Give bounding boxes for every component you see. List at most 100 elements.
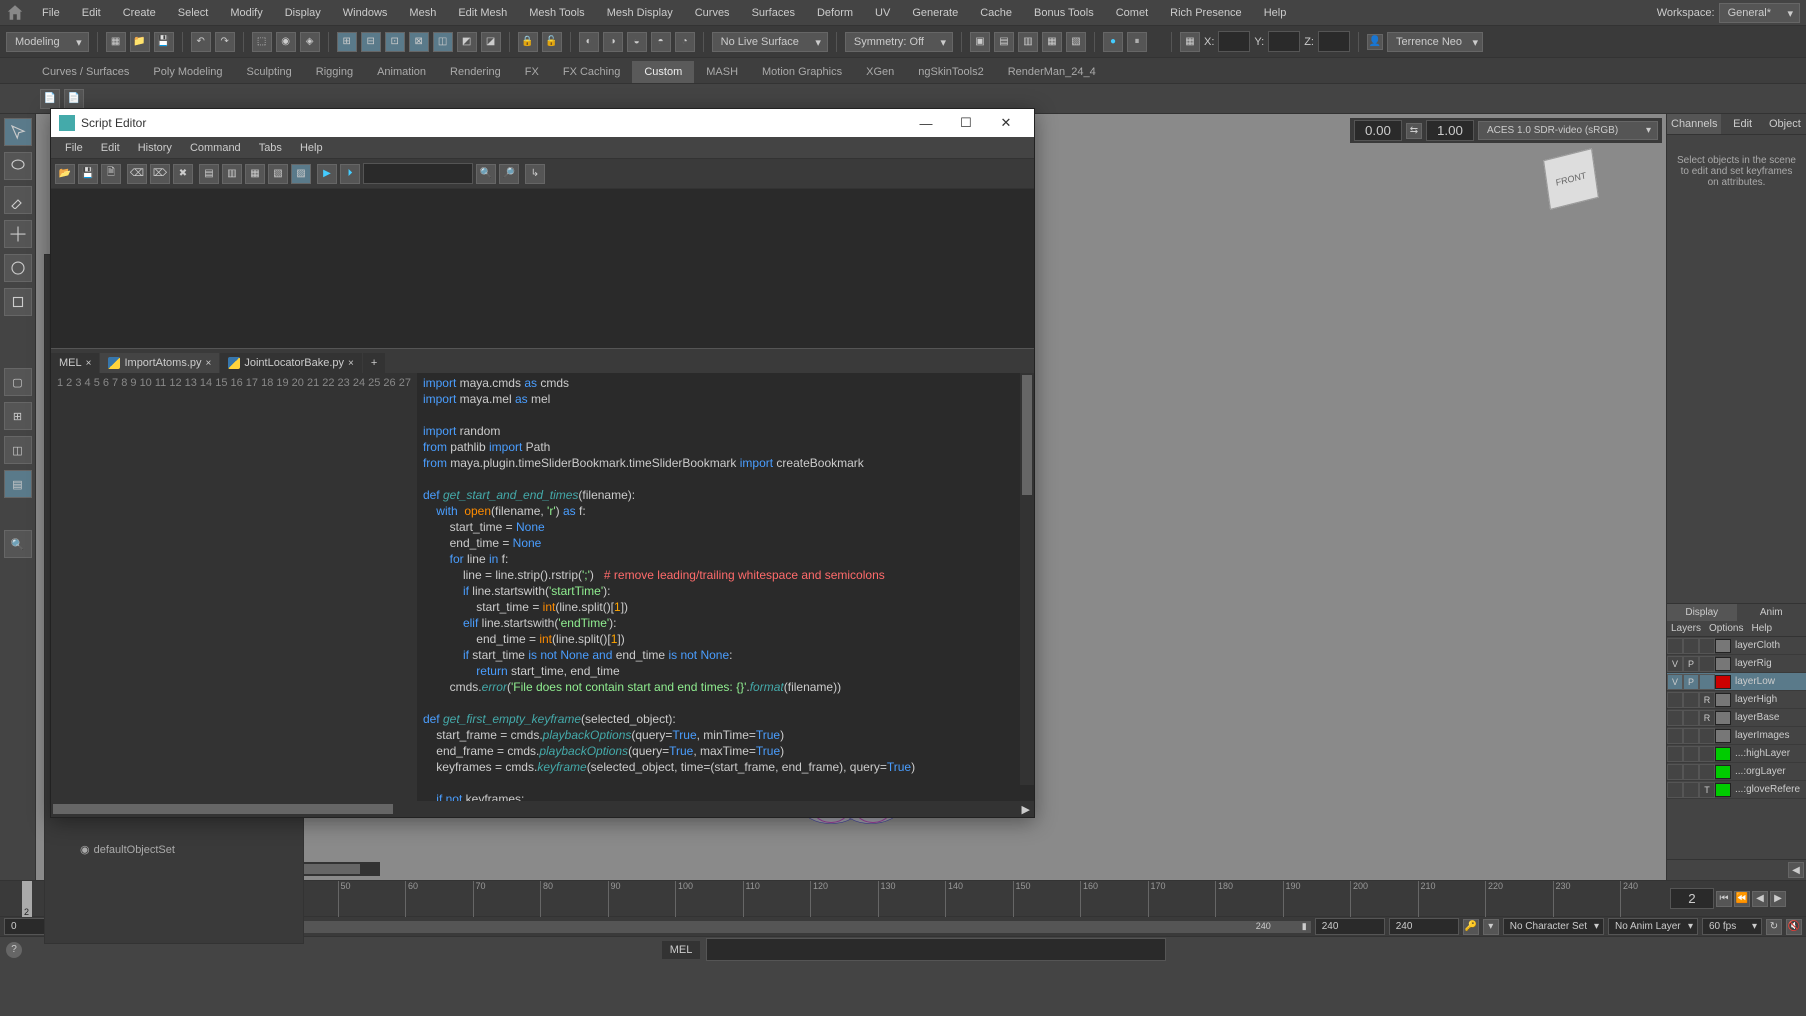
se-show-history-icon[interactable]: ▤: [199, 164, 219, 184]
x-field[interactable]: [1218, 31, 1250, 52]
paint-select-tool[interactable]: [4, 186, 32, 214]
channel-tab-edit[interactable]: Edit: [1721, 114, 1763, 134]
render-view-icon[interactable]: ▧: [1066, 32, 1086, 52]
se-line-numbers-icon[interactable]: ▨: [291, 164, 311, 184]
layer-vis-toggle[interactable]: [1667, 710, 1683, 726]
menu-rich-presence[interactable]: Rich Presence: [1160, 3, 1252, 23]
step-back-icon[interactable]: ⏪: [1734, 891, 1750, 907]
channel-tab-object[interactable]: Object: [1764, 114, 1806, 134]
shelf-tab-motion-graphics[interactable]: Motion Graphics: [750, 61, 854, 83]
select-hierarchy-icon[interactable]: ⬚: [252, 32, 272, 52]
se-open-icon[interactable]: 📂: [55, 164, 75, 184]
se-hscrollbar[interactable]: ▶: [51, 801, 1034, 817]
layer-row[interactable]: V P layerRig: [1667, 655, 1806, 673]
se-tab-close-icon[interactable]: ×: [86, 358, 92, 369]
home-icon[interactable]: [6, 4, 24, 22]
se-menu-history[interactable]: History: [130, 139, 180, 157]
layer-color-swatch[interactable]: [1715, 657, 1731, 671]
layer-color-swatch[interactable]: [1715, 639, 1731, 653]
se-execute-icon[interactable]: ▶: [317, 164, 337, 184]
se-tab-mel[interactable]: MEL×: [51, 353, 99, 373]
layout-two-icon[interactable]: ◫: [4, 436, 32, 464]
se-save-icon[interactable]: 💾: [78, 164, 98, 184]
history-off-icon[interactable]: ◑: [603, 32, 623, 52]
y-field[interactable]: [1268, 31, 1300, 52]
se-menu-tabs[interactable]: Tabs: [251, 139, 290, 157]
layer-name[interactable]: ...:highLayer: [1731, 748, 1806, 759]
charset-dropdown[interactable]: No Character Set: [1503, 918, 1604, 935]
menu-help[interactable]: Help: [1254, 3, 1297, 23]
menu-deform[interactable]: Deform: [807, 3, 863, 23]
layer-color-swatch[interactable]: [1715, 783, 1731, 797]
channel-tab-channels[interactable]: Channels: [1667, 114, 1721, 134]
maximize-button[interactable]: ☐: [946, 109, 986, 137]
symmetry-dropdown[interactable]: Symmetry: Off: [845, 32, 953, 52]
layer-tab-anim[interactable]: Anim: [1737, 604, 1806, 621]
layer-ref-toggle[interactable]: [1699, 638, 1715, 654]
se-tab-add[interactable]: +: [363, 353, 385, 373]
layer-color-swatch[interactable]: [1715, 675, 1731, 689]
layer-vis-toggle[interactable]: [1667, 782, 1683, 798]
sound-icon[interactable]: 🔇: [1786, 919, 1802, 935]
layer-name[interactable]: layerRig: [1731, 658, 1806, 669]
layer-playback-toggle[interactable]: [1683, 728, 1699, 744]
layer-ref-toggle[interactable]: R: [1699, 692, 1715, 708]
save-scene-icon[interactable]: 💾: [154, 32, 174, 52]
layer-vis-toggle[interactable]: V: [1667, 656, 1683, 672]
batch-render-icon[interactable]: ▥: [1018, 32, 1038, 52]
se-show-both-icon[interactable]: ▦: [245, 164, 265, 184]
play-back-icon[interactable]: ◀: [1752, 891, 1768, 907]
snap-curve-icon[interactable]: ⊟: [361, 32, 381, 52]
render-icon[interactable]: ▣: [970, 32, 990, 52]
cmd-lang-label[interactable]: MEL: [662, 941, 701, 959]
layer-menu-options[interactable]: Options: [1709, 623, 1743, 634]
layer-row[interactable]: layerImages: [1667, 727, 1806, 745]
playback-pref-icon[interactable]: ▾: [1483, 919, 1499, 935]
layer-vis-toggle[interactable]: [1667, 692, 1683, 708]
range-slider-track[interactable]: ▮ 240 ▮: [152, 921, 1311, 933]
layer-vis-toggle[interactable]: [1667, 728, 1683, 744]
current-time-indicator[interactable]: 2: [22, 881, 32, 917]
play-fwd-icon[interactable]: ▶: [1770, 891, 1786, 907]
se-clear-history-icon[interactable]: ⌫: [127, 164, 147, 184]
layout-single-icon[interactable]: ▢: [4, 368, 32, 396]
history-cb-icon[interactable]: ◔: [675, 32, 695, 52]
layer-name[interactable]: layerLow: [1731, 676, 1806, 687]
account-icon[interactable]: 👤: [1367, 34, 1383, 50]
menu-edit-mesh[interactable]: Edit Mesh: [448, 3, 517, 23]
select-tool[interactable]: [4, 118, 32, 146]
shelf-tab-fx-caching[interactable]: FX Caching: [551, 61, 632, 83]
layer-playback-toggle[interactable]: P: [1683, 656, 1699, 672]
se-search-field[interactable]: [363, 163, 473, 184]
menu-select[interactable]: Select: [168, 3, 219, 23]
menu-edit[interactable]: Edit: [72, 3, 111, 23]
snap-point-icon[interactable]: ⊡: [385, 32, 405, 52]
snap-grid-icon[interactable]: ⊞: [337, 32, 357, 52]
se-execute-all-icon[interactable]: ⏵: [340, 164, 360, 184]
menu-windows[interactable]: Windows: [333, 3, 398, 23]
layout-outliner-icon[interactable]: ▤: [4, 470, 32, 498]
live-surface-dropdown[interactable]: No Live Surface: [712, 32, 828, 52]
select-object-icon[interactable]: ◉: [276, 32, 296, 52]
move-tool[interactable]: [4, 220, 32, 248]
script-editor-code[interactable]: 1 2 3 4 5 6 7 8 9 10 11 12 13 14 15 16 1…: [51, 373, 1034, 801]
se-menu-file[interactable]: File: [57, 139, 91, 157]
help-icon[interactable]: ?: [6, 942, 22, 958]
fps-dropdown[interactable]: 60 fps: [1702, 918, 1762, 935]
layer-ref-toggle[interactable]: [1699, 674, 1715, 690]
loop-icon[interactable]: ↻: [1766, 919, 1782, 935]
command-input[interactable]: [706, 938, 1166, 961]
shelf-tab-poly-modeling[interactable]: Poly Modeling: [141, 61, 234, 83]
menu-bonus-tools[interactable]: Bonus Tools: [1024, 3, 1104, 23]
shelf-tab-animation[interactable]: Animation: [365, 61, 438, 83]
se-search-icon[interactable]: 🔍: [476, 164, 496, 184]
enable-viewport-icon[interactable]: ●: [1103, 32, 1123, 52]
se-goto-icon[interactable]: ↳: [525, 164, 545, 184]
range-end2-field[interactable]: [1389, 918, 1459, 935]
shelf-tab-ngskintools2[interactable]: ngSkinTools2: [906, 61, 995, 83]
history-on-icon[interactable]: ◐: [579, 32, 599, 52]
outliner-last-item[interactable]: defaultObjectSet: [94, 844, 175, 856]
z-field[interactable]: [1318, 31, 1350, 52]
shelf-tab-renderman-24-4[interactable]: RenderMan_24_4: [996, 61, 1108, 83]
se-menu-edit[interactable]: Edit: [93, 139, 128, 157]
